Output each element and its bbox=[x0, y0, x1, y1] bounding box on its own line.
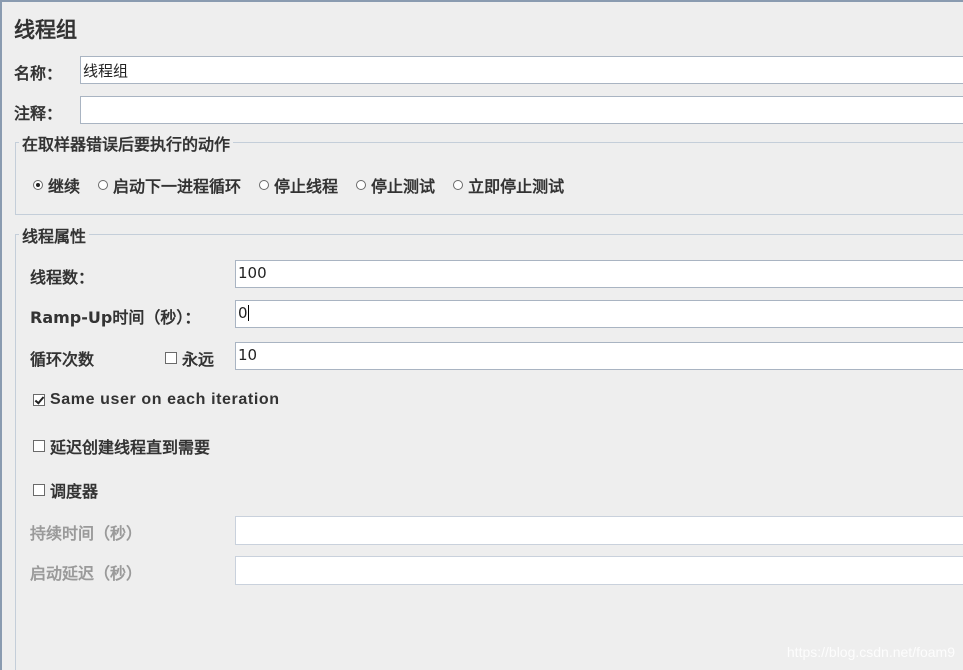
thread-properties-legend: 线程属性 bbox=[19, 223, 90, 247]
checkbox-unchecked-icon bbox=[165, 352, 177, 364]
radio-unselected-icon bbox=[98, 180, 109, 190]
page-title: 线程组 bbox=[14, 18, 77, 42]
radio-continue[interactable]: 继续 bbox=[33, 173, 80, 197]
text-caret bbox=[247, 305, 249, 321]
comment-input[interactable] bbox=[80, 96, 963, 124]
forever-label: 永远 bbox=[182, 350, 215, 369]
startup-delay-input[interactable] bbox=[235, 556, 963, 585]
radio-label: 立即停止测试 bbox=[468, 177, 565, 196]
threads-input[interactable]: 100 bbox=[235, 260, 963, 288]
duration-label: 持续时间（秒） bbox=[30, 524, 143, 543]
loop-count-label: 循环次数 bbox=[30, 350, 95, 369]
watermark-text: https://blog.csdn.net/foam9 bbox=[786, 644, 955, 660]
radio-unselected-icon bbox=[453, 180, 464, 190]
radio-label: 继续 bbox=[48, 177, 81, 196]
radio-label: 停止测试 bbox=[371, 177, 436, 196]
comment-label: 注释： bbox=[14, 104, 63, 123]
duration-input[interactable] bbox=[235, 516, 963, 545]
forever-checkbox[interactable]: 永远 bbox=[165, 346, 214, 370]
scheduler-checkbox[interactable]: 调度器 bbox=[33, 478, 98, 502]
delay-thread-creation-label: 延迟创建线程直到需要 bbox=[50, 438, 211, 457]
checkbox-checked-icon bbox=[33, 394, 45, 406]
radio-label: 停止线程 bbox=[274, 177, 339, 196]
sampler-error-legend: 在取样器错误后要执行的动作 bbox=[19, 131, 234, 155]
same-user-checkbox[interactable]: Same user on each iteration bbox=[33, 391, 280, 409]
radio-stop-thread[interactable]: 停止线程 bbox=[259, 173, 338, 197]
checkbox-unchecked-icon bbox=[33, 440, 45, 452]
rampup-label: Ramp-Up时间（秒）： bbox=[30, 308, 201, 327]
same-user-label: Same user on each iteration bbox=[50, 391, 280, 408]
rampup-input[interactable]: 0 bbox=[235, 300, 963, 328]
rampup-value: 0 bbox=[238, 304, 248, 322]
startup-delay-label: 启动延迟（秒） bbox=[30, 564, 143, 583]
threads-label: 线程数： bbox=[30, 268, 95, 287]
radio-stop-test[interactable]: 停止测试 bbox=[356, 173, 435, 197]
radio-selected-icon bbox=[33, 180, 43, 190]
sampler-error-radio-group: 继续 启动下一进程循环 停止线程 停止测试 立即停止测试 bbox=[33, 173, 582, 197]
name-input[interactable]: 线程组 bbox=[80, 56, 963, 84]
radio-unselected-icon bbox=[259, 180, 270, 190]
radio-start-next-loop[interactable]: 启动下一进程循环 bbox=[98, 173, 241, 197]
radio-stop-test-now[interactable]: 立即停止测试 bbox=[453, 173, 564, 197]
loop-count-input[interactable]: 10 bbox=[235, 342, 963, 370]
scheduler-label: 调度器 bbox=[50, 482, 99, 501]
delay-thread-creation-checkbox[interactable]: 延迟创建线程直到需要 bbox=[33, 434, 210, 458]
name-label: 名称： bbox=[14, 64, 63, 83]
radio-unselected-icon bbox=[356, 180, 367, 190]
radio-label: 启动下一进程循环 bbox=[113, 177, 242, 196]
checkbox-unchecked-icon bbox=[33, 484, 45, 496]
